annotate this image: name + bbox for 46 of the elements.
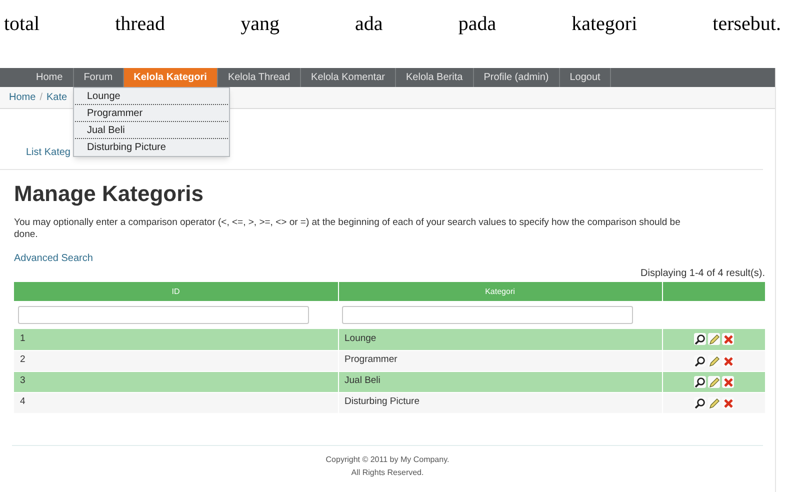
column-header: ID	[14, 282, 338, 301]
result-summary: Displaying 1-4 of 4 result(s).	[640, 267, 765, 281]
delete-icon[interactable]	[722, 354, 734, 366]
breadcrumb-link[interactable]: Home	[9, 90, 36, 105]
table-cell: 4	[14, 392, 338, 413]
document-word: yang	[240, 12, 280, 36]
breadcrumb-link[interactable]: Kate	[46, 90, 68, 105]
footer-text: All Rights Reserved.	[351, 467, 424, 479]
view-icon[interactable]	[694, 354, 706, 366]
delete-icon[interactable]	[722, 396, 734, 408]
table-cell: Lounge	[338, 329, 662, 350]
table-cell: Programmer	[338, 350, 662, 371]
footer-text: Copyright © 2011 by My Company.	[326, 454, 450, 466]
page-title: Manage Kategoris	[14, 181, 204, 207]
pencil-icon[interactable]	[708, 396, 720, 408]
view-icon[interactable]	[694, 396, 706, 408]
pencil-icon[interactable]	[708, 333, 720, 346]
search-hint: You may optionally enter a comparison operator (<, <=, >, >=, <> or =) at the beginning of each of your search values to specify how the comparison should be done.	[14, 217, 682, 241]
document-word: tersebut.	[712, 12, 781, 36]
filter-field[interactable]	[342, 306, 633, 324]
dropdown-item[interactable]: Lounge	[75, 88, 228, 105]
pencil-icon[interactable]	[708, 354, 720, 366]
view-icon[interactable]	[694, 333, 706, 346]
nav-tab[interactable]: Kelola Kategori	[124, 68, 218, 87]
delete-icon[interactable]	[722, 333, 734, 346]
document-word: pada	[458, 12, 496, 36]
delete-icon[interactable]	[722, 376, 734, 388]
document-word: thread	[115, 12, 166, 36]
filter-field[interactable]	[18, 306, 309, 324]
advanced-search-link[interactable]: Advanced Search	[14, 251, 93, 266]
dropdown-item[interactable]: Programmer	[75, 105, 228, 122]
table-cell: 3	[14, 371, 338, 392]
dropdown-item[interactable]: Jual Beli	[75, 122, 228, 139]
table-cell: Disturbing Picture	[338, 392, 662, 413]
dropdown-item[interactable]: Disturbing Picture	[75, 139, 228, 156]
document-word: ada	[355, 12, 383, 36]
document-word: kategori	[572, 12, 638, 36]
table-cell: 2	[14, 350, 338, 371]
menu-link[interactable]: List Kateg	[26, 147, 70, 158]
breadcrumb-separator: /	[40, 91, 42, 105]
table-cell: Jual Beli	[338, 371, 662, 392]
view-icon[interactable]	[694, 376, 706, 388]
pencil-icon[interactable]	[708, 376, 720, 388]
document-word: total	[4, 12, 40, 36]
table-cell: 1	[14, 329, 338, 350]
column-header: Kategori	[338, 282, 662, 301]
